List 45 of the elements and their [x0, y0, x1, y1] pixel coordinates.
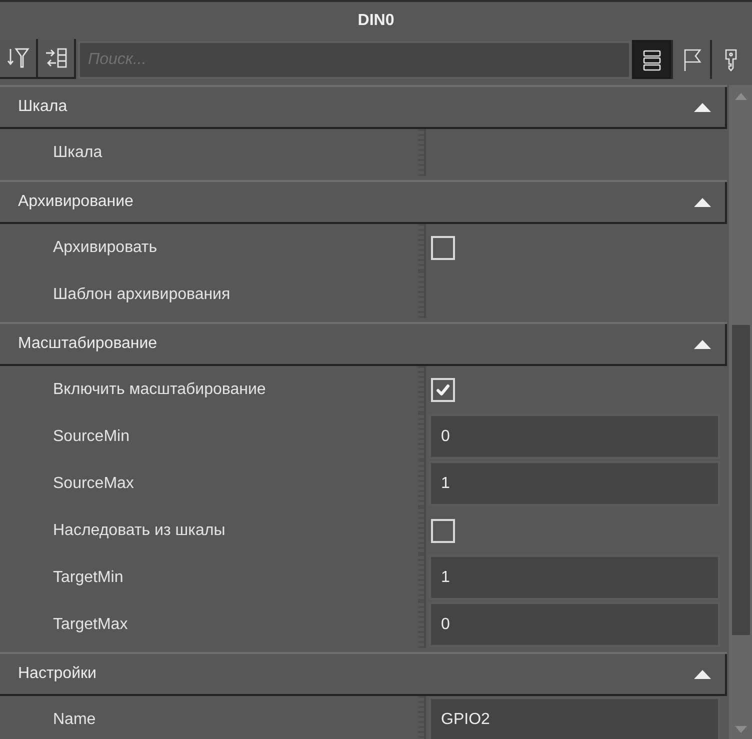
scroll-down-arrow-icon[interactable] [734, 726, 746, 733]
property-label: Шкала [52, 144, 104, 162]
splitter-handle[interactable] [418, 129, 426, 176]
property-label: Включить масштабирование [52, 380, 267, 398]
property-label: TargetMax [52, 616, 129, 634]
scroll-up-arrow-icon[interactable] [734, 93, 746, 100]
text-field[interactable]: 1 [429, 555, 720, 600]
category-title: Настройки [18, 665, 96, 683]
check-icon [436, 382, 450, 396]
category-header[interactable]: Масштабирование [0, 324, 727, 366]
text-field[interactable]: 0 [429, 602, 720, 647]
list-arrows-button[interactable] [38, 39, 76, 79]
splitter-handle[interactable] [418, 224, 426, 271]
collapse-triangle-icon[interactable] [694, 102, 711, 112]
property-label: SourceMax [52, 474, 135, 492]
collapse-triangle-icon[interactable] [694, 340, 711, 348]
category-title: Масштабирование [18, 335, 158, 353]
list-view-button[interactable] [632, 40, 671, 79]
scrollbar-track[interactable] [729, 85, 752, 739]
splitter-handle[interactable] [418, 696, 426, 739]
checkbox[interactable] [431, 236, 455, 260]
property-label: Наследовать из шкалы [52, 522, 226, 540]
funnel-icon [6, 46, 30, 70]
category-header[interactable]: Шкала [0, 87, 727, 129]
scrollbar-thumb[interactable] [732, 325, 750, 635]
list-arrows-icon [44, 46, 68, 70]
property-label: TargetMin [52, 568, 124, 586]
collapse-triangle-icon[interactable] [694, 198, 711, 206]
category-header[interactable]: Настройки [0, 654, 727, 696]
category-title: Архивирование [18, 193, 134, 211]
property-label: Архивировать [52, 238, 158, 256]
category-title: Шкала [18, 98, 68, 116]
window-title: DIN0 [358, 12, 394, 30]
collapse-triangle-icon[interactable] [694, 670, 711, 678]
category-header[interactable]: Архивирование [0, 182, 727, 224]
property-label: Шаблон архивирования [52, 286, 232, 304]
filter-button[interactable] [0, 39, 38, 79]
text-field[interactable]: GPIO2 [429, 697, 720, 739]
splitter-handle[interactable] [418, 366, 426, 413]
text-field[interactable]: 0 [429, 414, 720, 459]
text-field[interactable]: 1 [429, 461, 720, 506]
checkbox[interactable] [431, 378, 455, 402]
checkbox[interactable] [431, 518, 455, 542]
property-label: SourceMin [52, 428, 130, 446]
property-label: Name [52, 710, 97, 728]
